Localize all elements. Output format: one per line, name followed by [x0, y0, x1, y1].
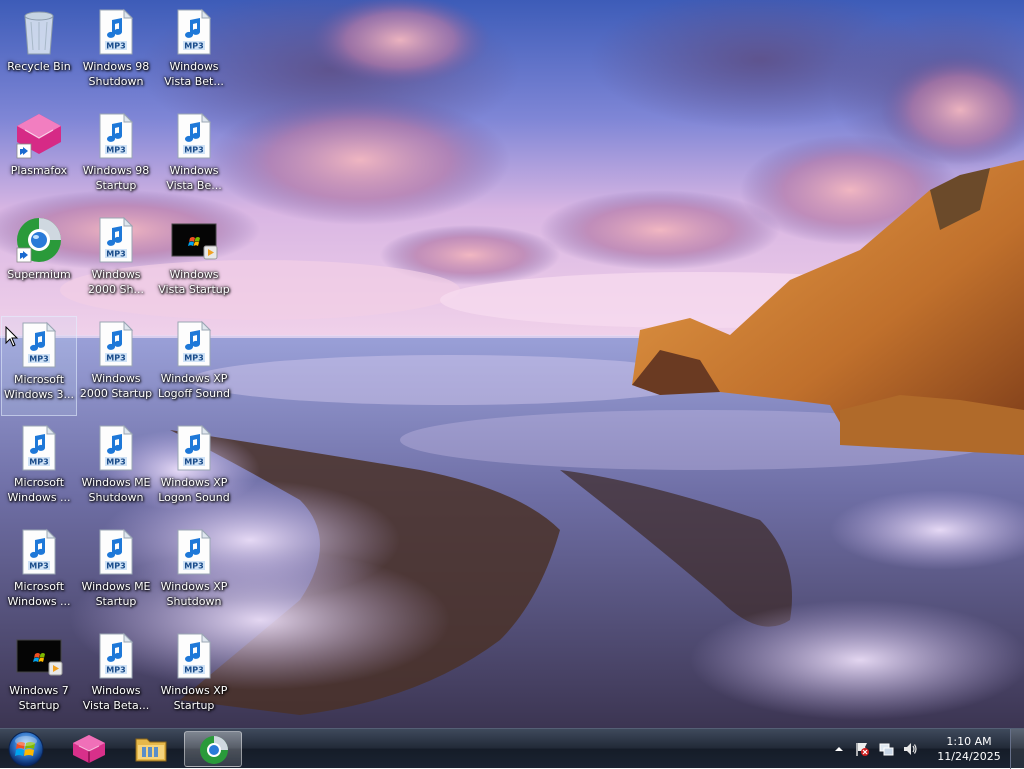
video-file-icon: [16, 639, 63, 676]
mp3-file-icon: MP3: [99, 320, 134, 367]
desktop-icon-mp3[interactable]: MP3 Microsoft Windows ...: [1, 524, 77, 624]
mp3-file-icon: MP3: [99, 528, 134, 575]
mp3-badge-text: MP3: [106, 146, 125, 155]
desktop-icon-mp3[interactable]: MP3 Windows Vista Bet...: [156, 4, 232, 104]
mp3-badge-text: MP3: [184, 354, 203, 363]
mp3-badge-text: MP3: [106, 354, 125, 363]
desktop-icon-label: Recycle Bin: [7, 60, 71, 73]
desktop-icon-label: Windows Vista Startup: [158, 268, 230, 296]
desktop[interactable]: Recycle Bin Plasmafox Supermium MP3 Microsof…: [0, 0, 1024, 728]
mp3-badge-text: MP3: [106, 250, 125, 259]
desktop-icon-label: Windows XP Logon Sound: [158, 476, 230, 504]
desktop-icon-label: Windows ME Shutdown: [81, 476, 151, 504]
desktop-icon-label: Windows ME Startup: [81, 580, 151, 608]
desktop-icon-mp3[interactable]: MP3 Windows 2000 Sh...: [78, 212, 154, 312]
desktop-icon-video[interactable]: Windows 7 Startup: [1, 628, 77, 728]
desktop-icon-supermium[interactable]: Supermium: [1, 212, 77, 312]
desktop-icon-plasmafox[interactable]: Plasmafox: [1, 108, 77, 208]
desktop-icon-mp3[interactable]: MP3 Windows ME Shutdown: [78, 420, 154, 520]
recycle-bin-icon: [24, 11, 54, 55]
mouse-cursor: [5, 326, 19, 347]
desktop-icon-label: Windows 2000 Startup: [79, 372, 153, 400]
mp3-file-icon: MP3: [177, 112, 212, 159]
desktop-icon-mp3[interactable]: MP3 Windows 2000 Startup: [78, 316, 154, 416]
mp3-file-icon: MP3: [99, 424, 134, 471]
desktop-icon-label: Windows Vista Be...: [166, 164, 222, 192]
show-desktop-button[interactable]: [1010, 729, 1024, 769]
volume-icon[interactable]: [902, 741, 918, 757]
file-explorer-taskbar-button[interactable]: [122, 731, 180, 767]
plasmafox-icon: [16, 114, 61, 159]
desktop-icon-label: Windows 98 Startup: [82, 164, 150, 192]
mp3-badge-text: MP3: [29, 458, 48, 467]
clock-date: 11/24/2025: [937, 750, 1001, 763]
desktop-icon-label: Windows Vista Bet...: [164, 60, 224, 88]
plasmafox-icon: [73, 735, 105, 763]
desktop-icon-label: Windows XP Shutdown: [160, 580, 228, 608]
action-center-flag-icon[interactable]: [854, 741, 870, 757]
mp3-badge-text: MP3: [106, 42, 125, 51]
desktop-icon-label: Windows Vista Beta...: [82, 684, 150, 712]
desktop-icon-label: Windows 2000 Sh...: [88, 268, 144, 296]
desktop-icon-mp3[interactable]: MP3 Windows 98 Startup: [78, 108, 154, 208]
chevron-up-icon[interactable]: [834, 744, 844, 754]
desktop-icon-mp3[interactable]: MP3 Windows XP Logon Sound: [156, 420, 232, 520]
desktop-icon-mp3[interactable]: MP3 Windows XP Logoff Sound: [156, 316, 232, 416]
mp3-file-icon: MP3: [99, 8, 134, 55]
mp3-badge-text: MP3: [184, 666, 203, 675]
mp3-file-icon: MP3: [177, 8, 212, 55]
mp3-badge-text: MP3: [184, 562, 203, 571]
mp3-badge-text: MP3: [184, 458, 203, 467]
desktop-icon-grid: Recycle Bin Plasmafox Supermium MP3 Microsof…: [0, 0, 1024, 728]
mp3-badge-text: MP3: [184, 146, 203, 155]
desktop-icon-label: Windows 7 Startup: [9, 684, 69, 712]
mp3-file-icon: MP3: [99, 112, 134, 159]
mp3-file-icon: MP3: [177, 528, 212, 575]
desktop-icon-mp3[interactable]: MP3 Windows XP Startup: [156, 628, 232, 728]
desktop-icon-mp3[interactable]: MP3 Windows ME Startup: [78, 524, 154, 624]
mp3-badge-text: MP3: [184, 42, 203, 51]
mp3-badge-text: MP3: [29, 562, 48, 571]
desktop-icon-label: Plasmafox: [10, 164, 68, 177]
mp3-file-icon: MP3: [99, 632, 134, 679]
desktop-icon-label: Windows 98 Shutdown: [82, 60, 150, 88]
desktop-icon-label: Microsoft Windows ...: [7, 580, 71, 608]
desktop-icon-label: Microsoft Windows 3...: [3, 373, 75, 401]
mp3-file-icon: MP3: [22, 528, 57, 575]
supermium-taskbar-button[interactable]: [184, 731, 242, 767]
mp3-badge-text: MP3: [29, 355, 48, 364]
mp3-badge-text: MP3: [106, 562, 125, 571]
mp3-badge-text: MP3: [106, 666, 125, 675]
mp3-file-icon: MP3: [22, 321, 57, 368]
mp3-file-icon: MP3: [99, 216, 134, 263]
desktop-icon-label: Windows XP Startup: [160, 684, 228, 712]
desktop-icon-mp3[interactable]: MP3 Windows Vista Be...: [156, 108, 232, 208]
supermium-icon: [200, 736, 228, 764]
network-icon[interactable]: [878, 741, 894, 757]
plasmafox-taskbar-button[interactable]: [60, 731, 118, 767]
folder-icon: [135, 738, 167, 762]
desktop-icon-label: Windows XP Logoff Sound: [157, 372, 231, 400]
supermium-icon: [16, 218, 61, 263]
mp3-file-icon: MP3: [22, 424, 57, 471]
desktop-icon-label: Supermium: [7, 268, 71, 281]
desktop-icon-mp3[interactable]: MP3 Windows XP Shutdown: [156, 524, 232, 624]
desktop-icon-recycle-bin[interactable]: Recycle Bin: [1, 4, 77, 104]
desktop-icon-label: Microsoft Windows ...: [7, 476, 71, 504]
desktop-icon-mp3[interactable]: MP3 Windows Vista Beta...: [78, 628, 154, 728]
mp3-file-icon: MP3: [177, 632, 212, 679]
video-file-icon: [171, 223, 218, 260]
mp3-file-icon: MP3: [177, 424, 212, 471]
taskbar: 1:10 AM 11/24/2025: [0, 728, 1024, 769]
mp3-badge-text: MP3: [106, 458, 125, 467]
desktop-icon-mp3[interactable]: MP3 Windows 98 Shutdown: [78, 4, 154, 104]
clock-time: 1:10 AM: [946, 735, 992, 748]
mp3-file-icon: MP3: [177, 320, 212, 367]
start-button[interactable]: [4, 729, 48, 769]
desktop-icon-video[interactable]: Windows Vista Startup: [156, 212, 232, 312]
desktop-icon-mp3[interactable]: MP3 Microsoft Windows ...: [1, 420, 77, 520]
taskbar-clock[interactable]: 1:10 AM 11/24/2025: [934, 734, 1004, 764]
